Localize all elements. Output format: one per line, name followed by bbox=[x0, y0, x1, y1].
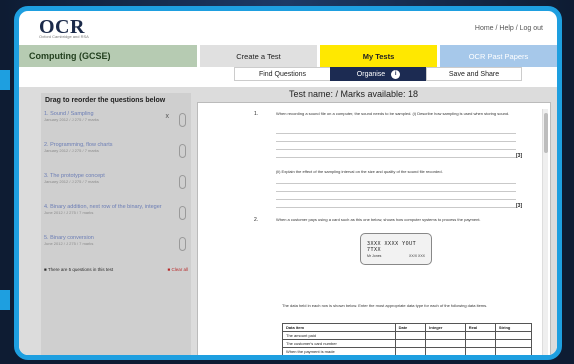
remove-question-icon[interactable]: x bbox=[166, 113, 170, 120]
top-links[interactable]: Home / Help / Log out bbox=[475, 25, 543, 32]
question-text: When recording a sound file on a compute… bbox=[276, 111, 510, 116]
table-cell bbox=[394, 339, 427, 348]
answer-line bbox=[276, 157, 516, 158]
tab-ocr-past-papers[interactable]: OCR Past Papers bbox=[437, 45, 557, 67]
logo-text: OCR bbox=[39, 15, 85, 38]
table-row: When the payment is made bbox=[282, 347, 533, 355]
answer-line bbox=[276, 183, 516, 184]
list-item[interactable]: 2. Programming, flow charts January 2012… bbox=[41, 139, 191, 170]
data-type-table: Data item Date Integer Real String The a… bbox=[282, 323, 533, 355]
answer-line bbox=[276, 149, 516, 150]
table-cell bbox=[464, 347, 496, 355]
list-item[interactable]: 4. Binary addition, next row of the bina… bbox=[41, 201, 191, 232]
table-cell bbox=[494, 339, 533, 348]
table-cell bbox=[425, 339, 466, 348]
question-text: (ii) Explain the effect of the sampling … bbox=[276, 169, 443, 174]
table-cell bbox=[425, 331, 466, 340]
logo[interactable]: OCR Oxford Cambridge and RSA bbox=[39, 15, 89, 39]
card-number-text: 3XXX XXXX YOUT 7TXX bbox=[367, 241, 417, 253]
panel-footer: ■ There are 5 questions in this test ■ C… bbox=[41, 263, 191, 276]
answer-line bbox=[276, 141, 516, 142]
mark-allocation: [3] bbox=[516, 153, 523, 159]
answer-line bbox=[276, 133, 516, 134]
table-cell bbox=[425, 347, 466, 355]
drag-handle-icon[interactable] bbox=[179, 113, 186, 127]
question-text: When a customer pays using a card such a… bbox=[276, 217, 481, 222]
tab-my-tests[interactable]: My Tests bbox=[317, 45, 437, 67]
table-cell bbox=[394, 331, 427, 340]
list-item[interactable]: 3. The prototype concept January 2012 / … bbox=[41, 170, 191, 201]
tab-save-and-share[interactable]: Save and Share bbox=[426, 67, 522, 81]
question-paper-preview[interactable]: 1. When recording a sound file on a comp… bbox=[197, 102, 551, 355]
tab-find-questions[interactable]: Find Questions bbox=[234, 67, 330, 81]
question-number: 2. bbox=[254, 217, 259, 223]
scrollbar-thumb[interactable] bbox=[544, 113, 548, 153]
logo-subtext: Oxford Cambridge and RSA bbox=[39, 33, 89, 39]
list-item[interactable]: 1. Sound / Sampling January 2012 / J 275… bbox=[41, 108, 191, 139]
table-cell bbox=[494, 331, 533, 340]
mark-allocation: [3] bbox=[516, 203, 523, 209]
answer-line bbox=[276, 191, 516, 192]
question-number: 1. bbox=[254, 111, 259, 117]
scrollbar[interactable] bbox=[542, 109, 548, 355]
card-name-text: Mr Jones bbox=[367, 254, 382, 258]
question-meta: January 2012 / J 275 / 7 marks bbox=[44, 179, 99, 184]
main-nav: Computing (GCSE) Create a Test My Tests … bbox=[19, 45, 557, 67]
question-meta: June 2012 / J 275 / 7 marks bbox=[44, 210, 94, 215]
test-title: Test name: / Marks available: 18 bbox=[289, 89, 419, 99]
tab-organise[interactable]: Organise i bbox=[330, 67, 426, 81]
answer-line bbox=[276, 199, 516, 200]
question-list-panel: Drag to reorder the questions below 1. S… bbox=[41, 93, 191, 355]
drag-handle-icon[interactable] bbox=[179, 237, 186, 251]
panel-title: Drag to reorder the questions below bbox=[45, 97, 166, 104]
course-title: Computing (GCSE) bbox=[19, 45, 197, 67]
question-count-text: ■ There are 5 questions in this test bbox=[44, 267, 114, 272]
drag-handle-icon[interactable] bbox=[179, 206, 186, 220]
decorative-accent bbox=[0, 290, 10, 310]
tab-create-a-test[interactable]: Create a Test bbox=[197, 45, 317, 67]
table-cell: When the payment is made bbox=[282, 347, 396, 355]
drag-handle-icon[interactable] bbox=[179, 175, 186, 189]
app-window: OCR Oxford Cambridge and RSA Home / Help… bbox=[14, 6, 562, 360]
sub-nav: Find Questions Organise i Save and Share bbox=[19, 67, 557, 81]
table-cell bbox=[464, 331, 496, 340]
top-bar: OCR Oxford Cambridge and RSA Home / Help… bbox=[19, 11, 557, 45]
list-item[interactable]: 5. Binary conversion June 2012 / J 275 /… bbox=[41, 232, 191, 263]
table-row: The customer's card number bbox=[282, 339, 533, 348]
table-cell: The amount paid bbox=[282, 331, 396, 340]
table-cell bbox=[394, 347, 427, 355]
table-header: Date bbox=[394, 323, 427, 332]
table-header: Integer bbox=[425, 323, 466, 332]
question-meta: January 2012 / J 275 / 7 marks bbox=[44, 148, 99, 153]
table-header: Real bbox=[464, 323, 496, 332]
info-icon[interactable]: i bbox=[391, 69, 401, 79]
answer-line bbox=[276, 207, 516, 208]
question-meta: June 2012 / J 275 / 7 marks bbox=[44, 241, 94, 246]
clear-all-link[interactable]: ■ Clear all bbox=[168, 267, 188, 272]
table-header: String bbox=[494, 323, 533, 332]
table-cell bbox=[464, 339, 496, 348]
table-cell bbox=[494, 347, 533, 355]
table-header: Data item bbox=[282, 323, 396, 332]
content-area: Drag to reorder the questions below 1. S… bbox=[19, 87, 557, 355]
table-cell: The customer's card number bbox=[282, 339, 396, 348]
card-expiry-text: XX/X XXX bbox=[409, 254, 425, 258]
table-row: The amount paid bbox=[282, 331, 533, 340]
drag-handle-icon[interactable] bbox=[179, 144, 186, 158]
decorative-accent bbox=[0, 70, 10, 90]
table-header-row: Data item Date Integer Real String bbox=[282, 323, 533, 332]
question-text: The data held in each row is shown below… bbox=[282, 303, 488, 308]
tab-organise-label: Organise bbox=[356, 70, 386, 78]
card-reader-display: 3XXX XXXX YOUT 7TXX Mr Jones XX/X XXX bbox=[360, 233, 432, 265]
